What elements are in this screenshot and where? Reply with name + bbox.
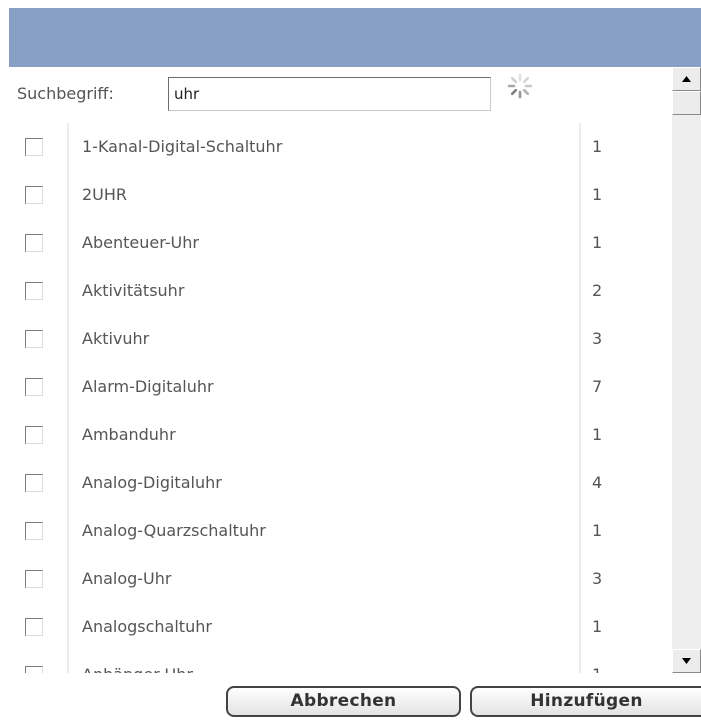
item-count: 1: [592, 233, 603, 252]
list-item[interactable]: 1-Kanal-Digital-Schaltuhr 1: [9, 123, 672, 171]
arrow-up-icon: [682, 76, 691, 82]
item-name: Analog-Digitaluhr: [82, 473, 222, 492]
column-divider: [579, 603, 581, 651]
list-item[interactable]: 2UHR 1: [9, 171, 672, 219]
results-list: 1-Kanal-Digital-Schaltuhr 1 2UHR 1 Abenteuer…: [9, 123, 672, 673]
item-name: Abenteuer-Uhr: [82, 233, 199, 252]
column-divider: [67, 267, 69, 315]
item-count: 1: [592, 521, 603, 540]
list-item[interactable]: Analog-Digitaluhr 4: [9, 459, 672, 507]
column-divider: [67, 363, 69, 411]
checkbox-cell: [9, 171, 66, 219]
checkbox-cell: [9, 459, 66, 507]
item-checkbox[interactable]: [25, 666, 43, 673]
list-item[interactable]: Abenteuer-Uhr 1: [9, 219, 672, 267]
item-checkbox[interactable]: [25, 186, 43, 204]
item-checkbox[interactable]: [25, 426, 43, 444]
item-count: 1: [592, 137, 603, 156]
column-divider: [67, 555, 69, 603]
column-divider: [579, 363, 581, 411]
column-divider: [67, 315, 69, 363]
item-name: Analog-Quarzschaltuhr: [82, 521, 266, 540]
column-divider: [67, 459, 69, 507]
item-count: 1: [592, 651, 602, 673]
column-divider: [67, 219, 69, 267]
search-results-panel: Suchbegriff: 1-Kanal-Digital-Schaltuhr12…: [9, 67, 672, 673]
column-divider: [67, 603, 69, 651]
list-item[interactable]: Anhänger-Uhr 1: [9, 651, 672, 673]
cancel-button[interactable]: Abbrechen: [226, 686, 461, 717]
column-divider: [579, 219, 581, 267]
checkbox-cell: [9, 123, 66, 171]
list-item[interactable]: Aktivuhr 3: [9, 315, 672, 363]
column-divider: [67, 411, 69, 459]
column-divider: [579, 651, 581, 673]
item-name: Analog-Uhr: [82, 569, 172, 588]
column-divider: [579, 123, 581, 171]
checkbox-cell: [9, 315, 66, 363]
list-item[interactable]: Analogschaltuhr 1: [9, 603, 672, 651]
item-count: 3: [592, 329, 603, 348]
item-count: 1: [592, 617, 603, 636]
arrow-down-icon: [682, 658, 691, 664]
item-name: Analogschaltuhr: [82, 617, 212, 636]
spinner-icon: [507, 73, 533, 99]
checkbox-cell: [9, 651, 66, 673]
item-count: 7: [592, 377, 603, 396]
dialog-header-bar: [9, 8, 701, 67]
item-name: 2UHR: [82, 185, 128, 204]
column-divider: [579, 315, 581, 363]
add-button[interactable]: Hinzufügen: [470, 686, 701, 717]
column-divider: [579, 267, 581, 315]
item-checkbox[interactable]: [25, 618, 43, 636]
search-input[interactable]: [168, 77, 491, 111]
column-divider: [579, 411, 581, 459]
item-count: 1: [592, 185, 603, 204]
checkbox-cell: [9, 603, 66, 651]
list-item[interactable]: Analog-Uhr 3: [9, 555, 672, 603]
search-row: Suchbegriff:: [9, 67, 672, 123]
checkbox-cell: [9, 411, 66, 459]
column-divider: [579, 507, 581, 555]
item-count: 2: [592, 281, 603, 300]
checkbox-cell: [9, 267, 66, 315]
item-count: 1: [592, 425, 603, 444]
column-divider: [67, 123, 69, 171]
item-checkbox[interactable]: [25, 330, 43, 348]
checkbox-cell: [9, 507, 66, 555]
column-divider: [67, 507, 69, 555]
item-name: Aktivitätsuhr: [82, 281, 185, 300]
item-count: 4: [592, 473, 603, 492]
list-item[interactable]: Analog-Quarzschaltuhr 1: [9, 507, 672, 555]
item-checkbox[interactable]: [25, 522, 43, 540]
scroll-up-button[interactable]: [672, 67, 701, 91]
item-name: Anhänger-Uhr: [82, 651, 193, 673]
item-name: Aktivuhr: [82, 329, 150, 348]
item-name: 1-Kanal-Digital-Schaltuhr: [82, 137, 283, 156]
scroll-down-button[interactable]: [672, 649, 701, 673]
scroll-thumb[interactable]: [672, 91, 701, 115]
checkbox-cell: [9, 555, 66, 603]
item-checkbox[interactable]: [25, 474, 43, 492]
item-name: Ambanduhr: [82, 425, 176, 444]
list-item[interactable]: Alarm-Digitaluhr 7: [9, 363, 672, 411]
column-divider: [579, 171, 581, 219]
item-checkbox[interactable]: [25, 378, 43, 396]
item-checkbox[interactable]: [25, 570, 43, 588]
scrollbar[interactable]: [672, 67, 701, 673]
item-count: 3: [592, 569, 603, 588]
search-label: Suchbegriff:: [17, 84, 114, 103]
list-item[interactable]: Ambanduhr 1: [9, 411, 672, 459]
item-checkbox[interactable]: [25, 234, 43, 252]
item-name: Alarm-Digitaluhr: [82, 377, 214, 396]
checkbox-cell: [9, 363, 66, 411]
list-item[interactable]: Aktivitätsuhr 2: [9, 267, 672, 315]
checkbox-cell: [9, 219, 66, 267]
column-divider: [67, 171, 69, 219]
column-divider: [67, 651, 69, 673]
item-checkbox[interactable]: [25, 138, 43, 156]
item-checkbox[interactable]: [25, 282, 43, 300]
column-divider: [579, 555, 581, 603]
column-divider: [579, 459, 581, 507]
